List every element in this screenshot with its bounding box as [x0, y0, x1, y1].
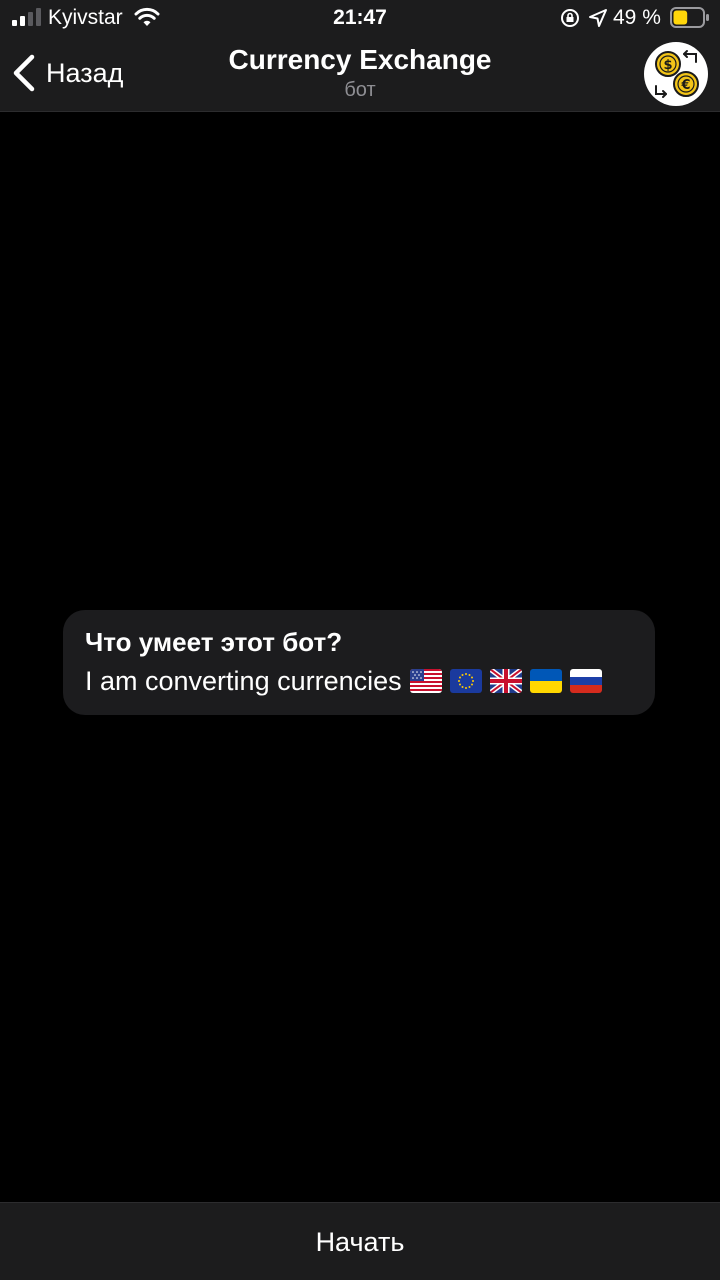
flag-ua-icon: [529, 669, 562, 693]
battery-percent: 49 %: [613, 6, 661, 29]
flag-eu-icon: [449, 669, 482, 693]
bot-description-row: I am converting currencies: [83, 664, 635, 698]
flag-gb-icon: [489, 669, 522, 693]
rotation-lock-icon: [561, 9, 579, 27]
flag-ru-icon: [569, 669, 602, 693]
start-button[interactable]: Начать: [0, 1203, 720, 1280]
bot-description-text: I am converting currencies: [85, 666, 402, 696]
flag-us-icon: [409, 669, 442, 693]
chat-screen: Kyivstar 21:47 49 % Назад Currency Excha…: [0, 0, 720, 1280]
bottom-bar: Начать: [0, 1202, 720, 1280]
header: Kyivstar 21:47 49 % Назад Currency Excha…: [0, 0, 720, 112]
bot-avatar[interactable]: $ €: [644, 42, 708, 106]
svg-text:$: $: [663, 58, 672, 73]
currency-exchange-icon: $ €: [655, 50, 699, 98]
bot-description-title: Что умеет этот бот?: [85, 627, 343, 657]
status-bar: Kyivstar 21:47 49 %: [0, 0, 720, 36]
chat-subtitle: бот: [344, 79, 376, 101]
location-arrow-icon: [589, 9, 607, 27]
clock: 21:47: [333, 6, 387, 29]
chat-title: Currency Exchange: [228, 44, 492, 75]
svg-text:€: €: [680, 78, 690, 93]
battery-icon: [670, 7, 709, 28]
bot-description-card: Что умеет этот бот? I am converting curr…: [63, 610, 655, 715]
